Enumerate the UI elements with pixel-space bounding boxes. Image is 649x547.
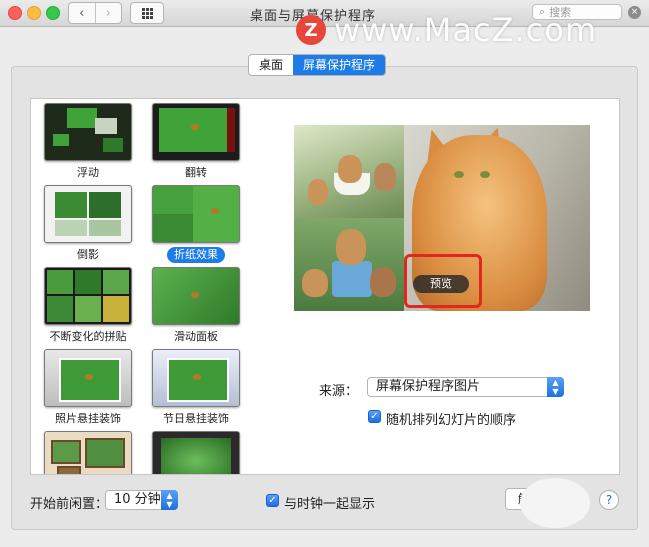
screensaver-list[interactable]: 浮动 翻转 倒影 折纸效果 不断变化的拼贴 滑动面板 照片悬挂装饰 节日悬挂装饰 bbox=[30, 98, 268, 475]
tab-desktop[interactable]: 桌面 bbox=[249, 55, 293, 75]
ken-burns-thumbnail bbox=[152, 431, 240, 474]
idle-label: 开始前闲置： bbox=[30, 497, 109, 512]
chevron-updown-icon: ▲ ▼ bbox=[547, 377, 564, 397]
help-button[interactable]: ? bbox=[599, 490, 619, 510]
nav-button-group: ‹ › bbox=[68, 2, 122, 24]
shuffle-label: 随机排列幻灯片的顺序 bbox=[386, 413, 517, 428]
back-button[interactable]: ‹ bbox=[69, 3, 95, 23]
screensaver-item-reflection[interactable]: 倒影 bbox=[43, 185, 133, 262]
screensaver-item-sliding-panels[interactable]: 滑动面板 bbox=[151, 267, 241, 344]
chevron-updown-icon: ▲ ▼ bbox=[161, 490, 178, 510]
search-input[interactable]: ⌕ 搜索 bbox=[532, 4, 622, 20]
preview-button[interactable]: 预览 bbox=[413, 275, 469, 293]
show-clock-label: 与时钟一起显示 bbox=[284, 497, 376, 512]
search-icon: ⌕ bbox=[539, 5, 546, 18]
grid-icon bbox=[141, 7, 153, 19]
origami-thumbnail bbox=[152, 185, 240, 243]
window-title: 桌面与屏幕保护程序 bbox=[250, 9, 377, 24]
title-bar: ‹ › 桌面与屏幕保护程序 ⌕ 搜索 × bbox=[0, 0, 649, 27]
forward-button[interactable]: › bbox=[94, 3, 122, 23]
source-popup[interactable]: 屏幕保护程序图片 ▲ ▼ bbox=[367, 377, 564, 397]
screensaver-item-origami[interactable]: 折纸效果 bbox=[151, 185, 241, 263]
screensaver-item-photo-mobile[interactable]: 照片悬挂装饰 bbox=[43, 349, 133, 426]
tab-screensaver[interactable]: 屏幕保护程序 bbox=[293, 55, 386, 75]
minimize-window-button[interactable] bbox=[27, 6, 41, 20]
source-value: 屏幕保护程序图片 bbox=[376, 379, 481, 394]
close-window-button[interactable] bbox=[8, 6, 22, 20]
screensaver-item-shifting-tiles[interactable]: 不断变化的拼贴 bbox=[43, 267, 133, 344]
screensaver-item-flip[interactable]: 翻转 bbox=[151, 103, 241, 180]
flip-thumbnail bbox=[152, 103, 240, 161]
clear-search-button[interactable]: × bbox=[628, 6, 641, 19]
show-clock-checkbox[interactable]: ✓ bbox=[266, 494, 279, 507]
screensaver-label: 浮动 bbox=[77, 166, 99, 179]
segmented-tabs: 桌面 屏幕保护程序 bbox=[248, 54, 387, 76]
vintage-prints-thumbnail bbox=[44, 431, 132, 474]
shifting-tiles-thumbnail bbox=[44, 267, 132, 325]
scribble-overlay bbox=[520, 478, 590, 528]
chevron-right-icon: › bbox=[105, 5, 111, 21]
screensaver-item-holiday-mobile[interactable]: 节日悬挂装饰 bbox=[151, 349, 241, 426]
screensaver-item-floating[interactable]: 浮动 bbox=[43, 103, 133, 180]
shuffle-checkbox[interactable]: ✓ bbox=[368, 410, 381, 423]
screensaver-label: 照片悬挂装饰 bbox=[55, 412, 121, 425]
sliding-panels-thumbnail bbox=[152, 267, 240, 325]
screensaver-label: 节日悬挂装饰 bbox=[163, 412, 229, 425]
reflection-thumbnail bbox=[44, 185, 132, 243]
zoom-window-button[interactable] bbox=[46, 6, 60, 20]
source-label: 来源： bbox=[319, 384, 359, 399]
search-placeholder: 搜索 bbox=[549, 6, 572, 19]
screensaver-label: 滑动面板 bbox=[174, 330, 218, 343]
photo-mobile-thumbnail bbox=[44, 349, 132, 407]
screensaver-item-ken-burns[interactable] bbox=[151, 431, 241, 474]
chevron-left-icon: ‹ bbox=[79, 5, 85, 21]
screensaver-item-vintage-prints[interactable] bbox=[43, 431, 133, 474]
floating-thumbnail bbox=[44, 103, 132, 161]
idle-time-value: 10 分钟 bbox=[114, 492, 161, 507]
holiday-mobile-thumbnail bbox=[152, 349, 240, 407]
screensaver-label-selected: 折纸效果 bbox=[167, 247, 225, 263]
screensaver-label: 倒影 bbox=[77, 248, 99, 261]
idle-time-popup[interactable]: 10 分钟 ▲ ▼ bbox=[105, 490, 178, 510]
screensaver-label: 翻转 bbox=[185, 166, 207, 179]
screensaver-label: 不断变化的拼贴 bbox=[49, 330, 127, 343]
show-all-button[interactable] bbox=[130, 2, 164, 24]
